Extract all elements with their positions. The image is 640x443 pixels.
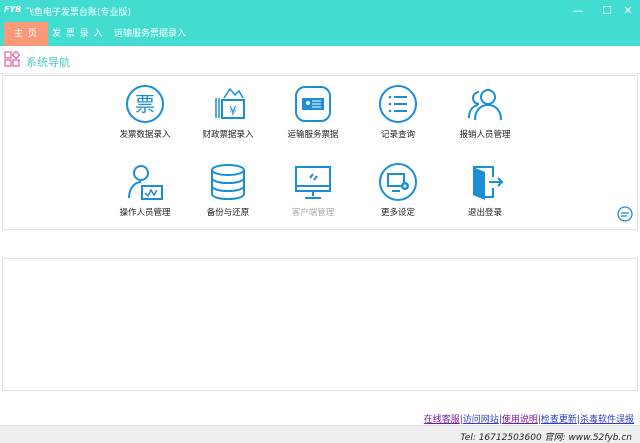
nav-item-label: 报销人员管理 <box>459 130 511 140</box>
nav-item-label: 发票数据录入 <box>119 130 171 140</box>
nav-item-label: 记录查询 <box>380 130 415 140</box>
nav-item-4[interactable]: 记录查询 <box>353 84 443 140</box>
fiscal-receipt-icon: ¥ <box>215 87 245 119</box>
link-online-service[interactable]: 在线客服 <box>424 415 460 425</box>
nav-item-10[interactable]: 退出登录 <box>440 162 530 218</box>
chat-icon[interactable] <box>616 206 634 224</box>
settings-icon <box>379 163 417 201</box>
status-text: Tel: 16712503600 官网: www.52fyb.cn <box>460 433 632 443</box>
title-bar: FYB 飞鱼电子发票台账(专业版) — ☐ ✕ <box>0 0 640 22</box>
tab-bar: 主 页 发 票 录 入 运输服务票据录入 <box>0 22 640 46</box>
invoice-icon: 票 <box>126 85 164 123</box>
tab-transport-entry[interactable]: 运输服务票据录入 <box>104 22 196 46</box>
content-panel <box>2 258 638 391</box>
transport-ticket-icon <box>295 86 331 122</box>
nav-item-label: 客户端管理 <box>291 208 335 218</box>
nav-item-5[interactable]: 报销人员管理 <box>440 84 530 140</box>
nav-item-label: 运输服务票据 <box>287 130 339 140</box>
nav-item-label: 退出登录 <box>467 208 502 218</box>
app-logo: FYB <box>4 5 22 14</box>
svg-text:¥: ¥ <box>229 104 237 118</box>
maximize-button[interactable]: ☐ <box>599 3 615 19</box>
nav-item-3[interactable]: 运输服务票据 <box>268 84 358 140</box>
operator-icon <box>128 165 163 200</box>
database-icon <box>211 164 245 201</box>
status-bar: Tel: 16712503600 官网: www.52fyb.cn <box>0 425 640 443</box>
close-button[interactable]: ✕ <box>620 3 636 19</box>
footer-links: 在线客服|访问网站|使用说明|检查更新|杀毒软件误报 <box>423 415 634 425</box>
svg-text:票: 票 <box>135 92 155 116</box>
nav-item-2[interactable]: ¥ 财政票据录入 <box>183 84 273 140</box>
link-antivirus[interactable]: 杀毒软件误报 <box>580 415 634 425</box>
link-website[interactable]: 访问网站 <box>463 415 499 425</box>
nav-item-7[interactable]: 备份与还原 <box>183 162 273 218</box>
logout-icon <box>473 166 504 200</box>
list-icon <box>379 85 417 123</box>
link-manual[interactable]: 使用说明 <box>502 415 538 425</box>
nav-item-6[interactable]: 操作人员管理 <box>100 162 190 218</box>
nav-item-label: 备份与还原 <box>206 208 250 218</box>
tab-invoice-entry[interactable]: 发 票 录 入 <box>42 22 114 46</box>
nav-item-9[interactable]: 更多设定 <box>353 162 443 218</box>
window-title: 飞鱼电子发票台账(专业版) <box>25 8 132 18</box>
nav-header: 系统导航 <box>0 46 640 74</box>
grid-icon <box>4 51 20 67</box>
users-icon <box>468 89 502 121</box>
nav-item-8[interactable]: 客户端管理 <box>268 162 358 218</box>
nav-title: 系统导航 <box>26 56 70 69</box>
nav-item-label: 操作人员管理 <box>119 208 171 218</box>
nav-item-label: 更多设定 <box>380 208 415 218</box>
monitor-icon <box>295 166 331 199</box>
link-check-update[interactable]: 检查更新 <box>541 415 577 425</box>
nav-item-1[interactable]: 票发票数据录入 <box>100 84 190 140</box>
minimize-button[interactable]: — <box>570 3 586 19</box>
nav-item-label: 财政票据录入 <box>202 130 254 140</box>
